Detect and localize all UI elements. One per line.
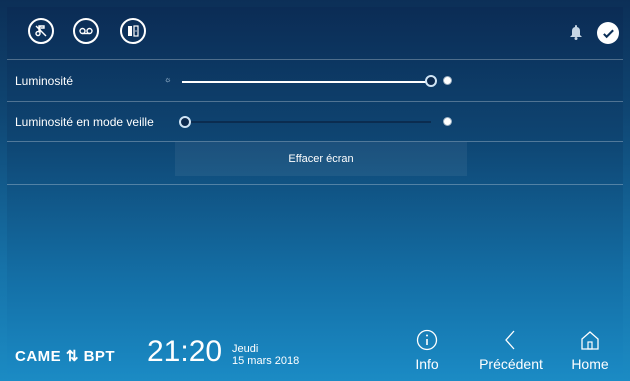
- brand-logo: CAME ⇅ BPT: [15, 348, 116, 365]
- bell-icon: [570, 25, 582, 40]
- standby-brightness-row: Luminosité en mode veille: [7, 101, 623, 142]
- clear-screen-button[interactable]: Effacer écran: [175, 142, 467, 176]
- back-label: Précédent: [479, 356, 543, 372]
- date-text: 15 mars 2018: [232, 355, 300, 367]
- home-icon: [581, 331, 599, 350]
- check-icon: [602, 29, 614, 38]
- voicemail-icon: [79, 27, 93, 35]
- info-icon: [416, 329, 438, 351]
- home-label: Home: [571, 356, 609, 372]
- chevron-left-icon: [505, 330, 515, 350]
- info-button[interactable]: Info: [407, 329, 447, 374]
- standby-slider-knob[interactable]: [179, 116, 191, 128]
- bright-sun-icon: [444, 77, 451, 84]
- brightness-track[interactable]: [182, 81, 430, 83]
- date-block: Jeudi 15 mars 2018: [232, 343, 299, 367]
- music-mute-icon: [35, 25, 47, 37]
- day-name: Jeudi: [232, 343, 259, 355]
- home-button[interactable]: Home: [565, 329, 615, 374]
- dim-sun-icon: ☼: [164, 75, 172, 84]
- screen: Luminosité ☼ Luminosité en mode veille E…: [7, 7, 623, 374]
- standby-bright-sun-icon: [444, 118, 451, 125]
- clock-time: 21:20: [147, 335, 223, 368]
- brightness-label: Luminosité: [15, 74, 74, 88]
- door-button[interactable]: [120, 18, 146, 44]
- top-bar: [7, 7, 623, 57]
- brightness-slider-knob[interactable]: [425, 75, 437, 87]
- bottom-bar: CAME ⇅ BPT 21:20 Jeudi 15 mars 2018 Info…: [7, 329, 623, 374]
- confirm-button[interactable]: [597, 22, 619, 44]
- music-mute-button[interactable]: [28, 18, 54, 44]
- door-icon: [128, 25, 139, 37]
- standby-track[interactable]: [191, 121, 431, 123]
- voicemail-button[interactable]: [73, 18, 99, 44]
- back-button[interactable]: Précédent: [471, 329, 551, 374]
- standby-brightness-label: Luminosité en mode veille: [15, 115, 154, 129]
- info-label: Info: [415, 356, 439, 372]
- brightness-row: Luminosité ☼: [7, 59, 623, 102]
